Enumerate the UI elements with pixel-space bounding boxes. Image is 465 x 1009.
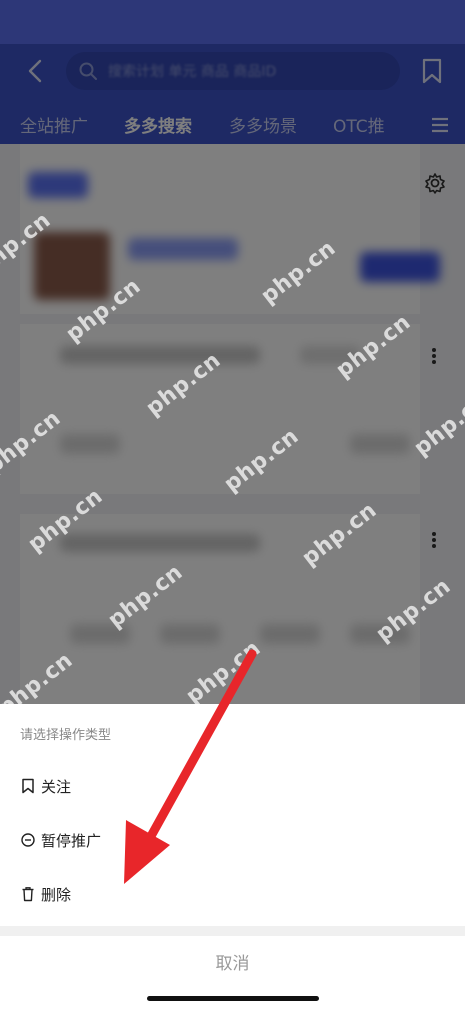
follow-option-label: 关注 (41, 778, 72, 796)
pause-promotion-label: 暂停推广 (41, 832, 102, 850)
pause-circle-icon (21, 833, 35, 847)
follow-option[interactable]: 关注 (0, 763, 465, 811)
home-indicator (147, 996, 319, 1001)
action-sheet-title: 请选择操作类型 (20, 728, 112, 743)
modal-backdrop[interactable] (0, 0, 465, 704)
cancel-button[interactable]: 取消 (0, 936, 465, 992)
pause-promotion-option[interactable]: 暂停推广 (0, 817, 465, 865)
bookmark-icon (22, 778, 34, 794)
action-sheet: 请选择操作类型 关注 暂停推广 删除 取消 (0, 704, 465, 1009)
sheet-divider (0, 926, 465, 936)
delete-option[interactable]: 删除 (0, 871, 465, 919)
delete-option-label: 删除 (41, 886, 72, 904)
trash-icon (22, 887, 34, 902)
